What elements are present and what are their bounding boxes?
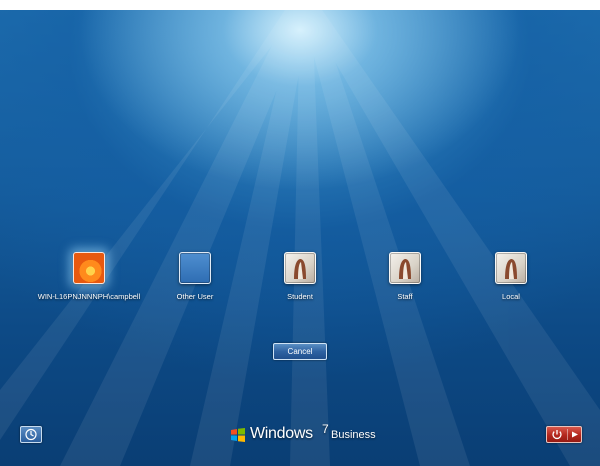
shutdown-button[interactable]: [546, 426, 582, 443]
blank-picture-icon: [179, 252, 211, 284]
user-tile-local[interactable]: Local: [451, 252, 571, 301]
cancel-button[interactable]: Cancel: [273, 343, 327, 360]
user-tile-campbell[interactable]: WIN-L16PNJNNNPH\campbell: [29, 252, 149, 301]
top-border: [0, 0, 600, 10]
user-tile-staff[interactable]: Staff: [345, 252, 465, 301]
light-rays: [0, 10, 600, 466]
user-name: Other User: [176, 292, 214, 301]
brand-word: Windows: [250, 425, 313, 442]
user-tile-other-user[interactable]: Other User: [135, 252, 255, 301]
windows-logo-icon: [231, 428, 245, 442]
brand-version: 7: [322, 422, 329, 436]
arrow-right-icon[interactable]: [571, 431, 579, 438]
user-name: WIN-L16PNJNNNPH\campbell: [37, 292, 141, 301]
default-user-picture-icon: [389, 252, 421, 284]
split-divider: [567, 429, 568, 440]
brand-edition: Business: [331, 429, 376, 441]
power-icon: [552, 430, 562, 440]
default-user-picture-icon: [284, 252, 316, 284]
user-tile-student[interactable]: Student: [240, 252, 360, 301]
user-name: Staff: [397, 292, 413, 301]
default-user-picture-icon: [495, 252, 527, 284]
ease-of-access-button[interactable]: [20, 426, 42, 443]
user-name: Local: [502, 292, 520, 301]
logon-background: [0, 10, 600, 466]
flower-picture-icon: [73, 252, 105, 284]
user-name: Student: [287, 292, 313, 301]
user-tiles: WIN-L16PNJNNNPH\campbell Other User Stud…: [0, 252, 600, 312]
ease-of-access-icon: [25, 428, 37, 441]
